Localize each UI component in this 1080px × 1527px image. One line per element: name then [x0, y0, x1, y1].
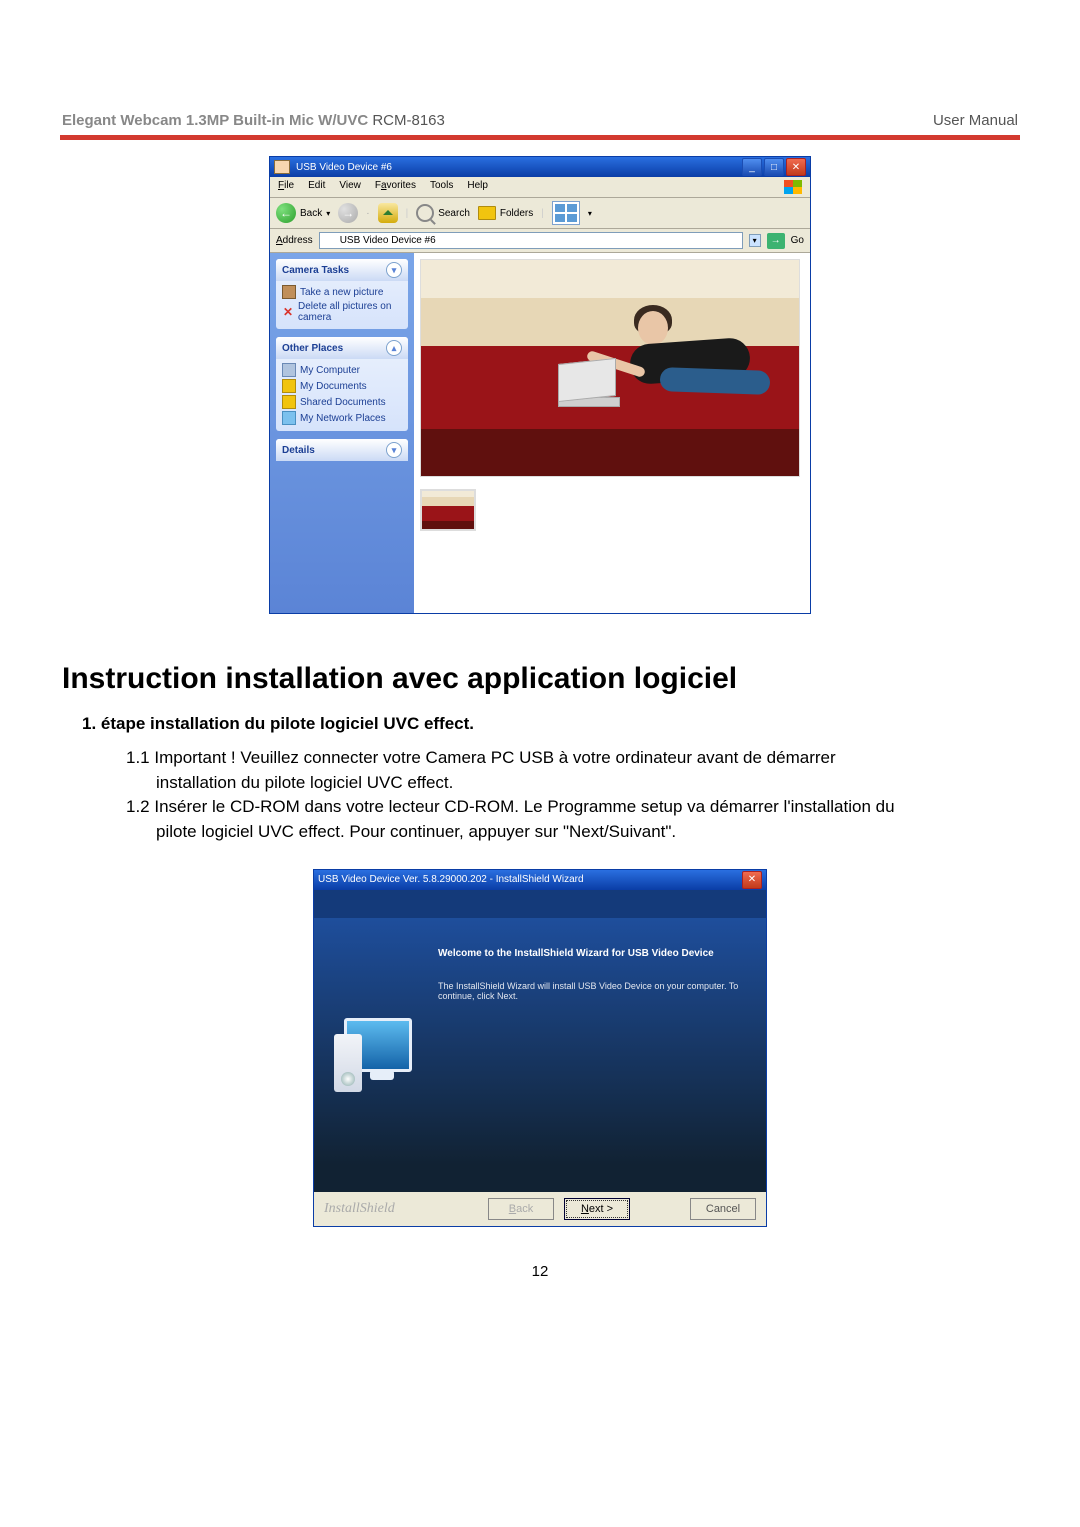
folder-icon: [282, 379, 296, 393]
address-dropdown-icon[interactable]: ▾: [749, 234, 761, 247]
page-number: 12: [60, 1263, 1020, 1280]
details-box: Details ▾: [276, 439, 408, 461]
other-places-box: Other Places ▴ My Computer My Documents S…: [276, 337, 408, 431]
photo-thumbnail[interactable]: [420, 489, 476, 531]
shared-documents-link[interactable]: Shared Documents: [282, 395, 402, 409]
back-button[interactable]: ← Back ▾: [276, 203, 330, 223]
explorer-titlebar: USB Video Device #6 _ □ ✕: [270, 157, 810, 177]
address-label: Address: [276, 235, 313, 246]
explorer-content: [414, 253, 810, 613]
search-icon: [416, 204, 434, 222]
installer-banner: [314, 890, 766, 918]
step-1-2-cont: pilote logiciel UVC effect. Pour continu…: [156, 820, 1018, 845]
menu-view[interactable]: View: [339, 180, 361, 194]
explorer-task-pane: Camera Tasks ▾ Take a new picture ✕Delete…: [270, 253, 414, 613]
back-arrow-icon: ←: [276, 203, 296, 223]
folder-icon: [282, 395, 296, 409]
close-button[interactable]: ✕: [786, 158, 806, 176]
views-button[interactable]: [552, 201, 580, 225]
back-button: Back: [488, 1198, 554, 1220]
installer-message: The InstallShield Wizard will install US…: [438, 981, 752, 1001]
menu-edit[interactable]: Edit: [308, 180, 325, 194]
windows-logo-icon: [784, 180, 802, 194]
installshield-brand: InstallShield: [324, 1201, 395, 1217]
delete-pictures-link[interactable]: ✕Delete all pictures on camera: [282, 301, 402, 323]
product-model: RCM-8163: [372, 112, 445, 129]
address-field[interactable]: USB Video Device #6: [319, 232, 743, 249]
menu-help[interactable]: Help: [467, 180, 488, 194]
next-button[interactable]: Next >: [564, 1198, 630, 1220]
my-network-places-link[interactable]: My Network Places: [282, 411, 402, 425]
explorer-menubar: File Edit View Favorites Tools Help: [270, 177, 810, 198]
collapse-icon[interactable]: ▴: [386, 340, 402, 356]
camera-tasks-box: Camera Tasks ▾ Take a new picture ✕Delete…: [276, 259, 408, 329]
search-button[interactable]: Search: [416, 204, 470, 222]
webcam-photo-preview[interactable]: [420, 259, 800, 477]
step-1-2: 1.2 Insérer le CD-ROM dans votre lecteur…: [126, 795, 1018, 820]
installer-body: Welcome to the InstallShield Wizard for …: [314, 918, 766, 1192]
installer-footer: InstallShield Back Next > Cancel: [314, 1192, 766, 1226]
menu-favorites[interactable]: Favorites: [375, 180, 416, 194]
camera-tasks-header: Camera Tasks: [282, 265, 349, 276]
step-1-1: 1.1 Important ! Veuillez connecter votre…: [126, 746, 1018, 771]
forward-button[interactable]: →: [338, 203, 358, 223]
explorer-addressbar: Address USB Video Device #6 ▾ → Go: [270, 229, 810, 253]
installer-title: USB Video Device Ver. 5.8.29000.202 - In…: [318, 874, 584, 885]
up-folder-button[interactable]: [378, 203, 398, 223]
dropdown-caret-icon[interactable]: ▾: [588, 209, 592, 218]
details-header: Details: [282, 445, 315, 456]
section-heading: Instruction installation avec applicatio…: [62, 662, 1018, 696]
go-button[interactable]: →: [767, 233, 785, 249]
step-1-heading: 1. étape installation du pilote logiciel…: [82, 714, 1018, 734]
installer-welcome: Welcome to the InstallShield Wizard for …: [438, 948, 752, 959]
installer-window: USB Video Device Ver. 5.8.29000.202 - In…: [313, 869, 767, 1227]
explorer-title: USB Video Device #6: [296, 162, 392, 173]
take-picture-link[interactable]: Take a new picture: [282, 285, 402, 299]
dropdown-caret-icon[interactable]: ▾: [326, 209, 330, 218]
product-name: Elegant Webcam 1.3MP Built-in Mic W/UVC: [62, 112, 368, 129]
explorer-toolbar: ← Back ▾ → · | Search Folders | ▾: [270, 198, 810, 229]
other-places-header: Other Places: [282, 343, 343, 354]
installer-titlebar: USB Video Device Ver. 5.8.29000.202 - In…: [314, 870, 766, 890]
doc-type: User Manual: [933, 112, 1018, 129]
computer-icon: [282, 363, 296, 377]
collapse-icon[interactable]: ▾: [386, 262, 402, 278]
camera-icon: [274, 160, 290, 174]
maximize-button[interactable]: □: [764, 158, 784, 176]
go-label: Go: [791, 235, 804, 246]
camera-icon: [324, 236, 336, 246]
folders-button[interactable]: Folders: [478, 206, 533, 220]
folder-icon: [478, 206, 496, 220]
explorer-window: USB Video Device #6 _ □ ✕ File Edit View…: [269, 156, 811, 614]
step-1-1-cont: installation du pilote logiciel UVC effe…: [156, 771, 1018, 796]
computer-illustration-icon: [334, 1018, 412, 1092]
expand-icon[interactable]: ▾: [386, 442, 402, 458]
camera-icon: [282, 285, 296, 299]
delete-icon: ✕: [282, 306, 294, 318]
minimize-button[interactable]: _: [742, 158, 762, 176]
header-rule: [60, 135, 1020, 140]
my-documents-link[interactable]: My Documents: [282, 379, 402, 393]
close-button[interactable]: ✕: [742, 871, 762, 889]
menu-file[interactable]: File: [278, 180, 294, 194]
cancel-button[interactable]: Cancel: [690, 1198, 756, 1220]
menu-tools[interactable]: Tools: [430, 180, 453, 194]
network-icon: [282, 411, 296, 425]
my-computer-link[interactable]: My Computer: [282, 363, 402, 377]
page-header: Elegant Webcam 1.3MP Built-in Mic W/UVC …: [62, 112, 1018, 129]
